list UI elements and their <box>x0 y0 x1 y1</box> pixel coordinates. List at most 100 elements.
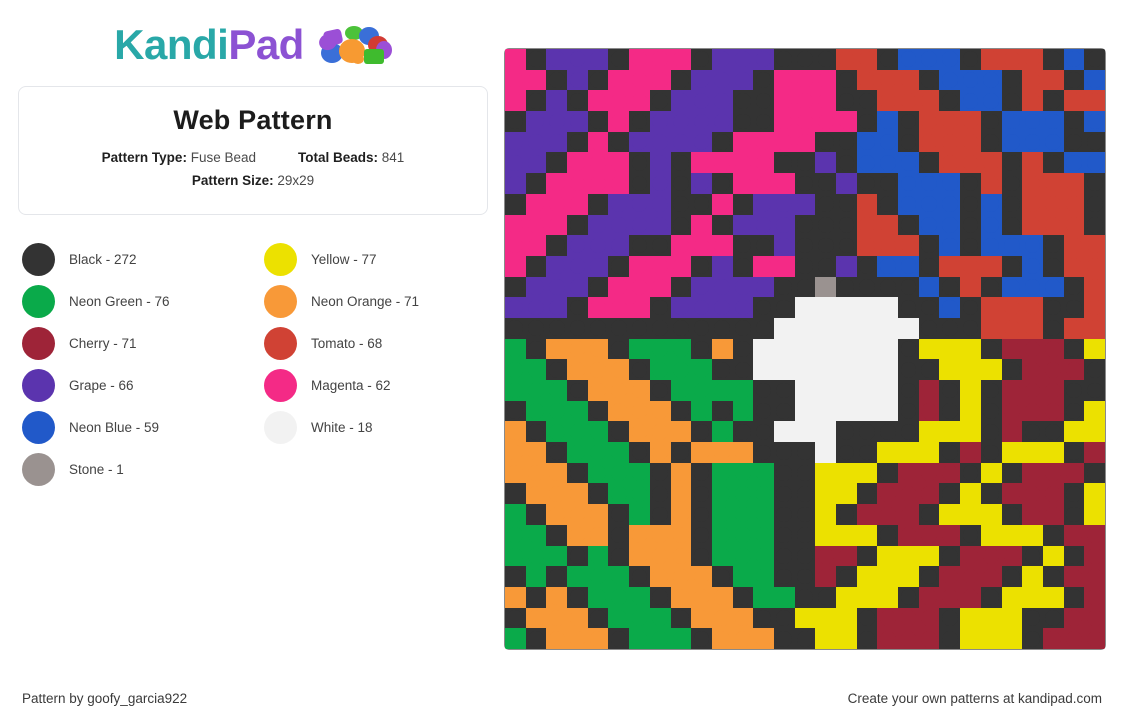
bead-cell[interactable] <box>505 49 526 70</box>
bead-cell[interactable] <box>1084 297 1105 318</box>
bead-cell[interactable] <box>587 442 609 463</box>
bead-cell[interactable] <box>567 152 588 174</box>
bead-cell[interactable] <box>980 400 1002 422</box>
bead-cell[interactable] <box>753 69 774 91</box>
bead-cell[interactable] <box>546 338 568 360</box>
bead-cell[interactable] <box>1084 193 1105 215</box>
bead-cell[interactable] <box>877 483 899 505</box>
bead-cell[interactable] <box>856 628 878 649</box>
bead-cell[interactable] <box>980 380 1002 401</box>
bead-cell[interactable] <box>505 173 526 194</box>
bead-cell[interactable] <box>1042 69 1064 91</box>
bead-cell[interactable] <box>1063 628 1085 649</box>
legend-item[interactable]: White - 18 <box>264 411 488 444</box>
bead-cell[interactable] <box>629 462 650 484</box>
bead-cell[interactable] <box>1063 524 1085 546</box>
bead-cell[interactable] <box>1022 462 1043 484</box>
bead-cell[interactable] <box>960 297 981 318</box>
bead-cell[interactable] <box>691 317 712 339</box>
bead-cell[interactable] <box>918 483 940 505</box>
bead-cell[interactable] <box>691 131 712 153</box>
bead-cell[interactable] <box>815 276 837 298</box>
legend-item[interactable]: Cherry - 71 <box>22 327 246 360</box>
bead-cell[interactable] <box>1084 628 1105 649</box>
bead-cell[interactable] <box>836 545 857 567</box>
bead-cell[interactable] <box>773 49 795 70</box>
bead-cell[interactable] <box>960 421 981 443</box>
bead-cell[interactable] <box>753 380 774 401</box>
bead-cell[interactable] <box>691 607 712 629</box>
bead-cell[interactable] <box>525 152 547 174</box>
bead-cell[interactable] <box>960 462 981 484</box>
bead-cell[interactable] <box>1042 255 1064 277</box>
bead-cell[interactable] <box>732 421 754 443</box>
bead-cell[interactable] <box>1063 462 1085 484</box>
bead-cell[interactable] <box>980 152 1002 174</box>
bead-cell[interactable] <box>691 421 712 443</box>
legend-item[interactable]: Magenta - 62 <box>264 369 488 402</box>
bead-cell[interactable] <box>898 504 919 525</box>
bead-cell[interactable] <box>670 607 692 629</box>
bead-cell[interactable] <box>1022 69 1043 91</box>
bead-cell[interactable] <box>1001 586 1023 608</box>
bead-cell[interactable] <box>505 628 526 649</box>
bead-cell[interactable] <box>898 193 919 215</box>
bead-cell[interactable] <box>877 152 899 174</box>
bead-cell[interactable] <box>836 193 857 215</box>
bead-cell[interactable] <box>1001 131 1023 153</box>
bead-cell[interactable] <box>629 235 650 256</box>
bead-cell[interactable] <box>794 338 816 360</box>
bead-cell[interactable] <box>629 255 650 277</box>
bead-cell[interactable] <box>1063 193 1085 215</box>
bead-cell[interactable] <box>1001 152 1023 174</box>
bead-cell[interactable] <box>1042 338 1064 360</box>
bead-cell[interactable] <box>1084 545 1105 567</box>
bead-cell[interactable] <box>587 504 609 525</box>
bead-cell[interactable] <box>505 462 526 484</box>
bead-cell[interactable] <box>898 131 919 153</box>
bead-cell[interactable] <box>1001 338 1023 360</box>
bead-cell[interactable] <box>608 566 630 587</box>
bead-cell[interactable] <box>898 276 919 298</box>
bead-cell[interactable] <box>608 297 630 318</box>
bead-cell[interactable] <box>587 524 609 546</box>
bead-cell[interactable] <box>773 131 795 153</box>
bead-cell[interactable] <box>939 235 961 256</box>
bead-cell[interactable] <box>1022 524 1043 546</box>
bead-cell[interactable] <box>898 524 919 546</box>
bead-cell[interactable] <box>629 586 650 608</box>
legend-item[interactable]: Neon Green - 76 <box>22 285 246 318</box>
bead-cell[interactable] <box>960 49 981 70</box>
bead-cell[interactable] <box>1001 545 1023 567</box>
bead-cell[interactable] <box>856 214 878 236</box>
bead-cell[interactable] <box>1001 483 1023 505</box>
bead-cell[interactable] <box>815 524 837 546</box>
bead-cell[interactable] <box>856 504 878 525</box>
bead-cell[interactable] <box>939 297 961 318</box>
bead-cell[interactable] <box>1042 235 1064 256</box>
bead-cell[interactable] <box>1042 545 1064 567</box>
bead-cell[interactable] <box>1084 317 1105 339</box>
bead-cell[interactable] <box>939 504 961 525</box>
bead-cell[interactable] <box>505 90 526 112</box>
bead-cell[interactable] <box>505 400 526 422</box>
bead-cell[interactable] <box>732 586 754 608</box>
bead-cell[interactable] <box>732 524 754 546</box>
bead-cell[interactable] <box>732 566 754 587</box>
bead-cell[interactable] <box>1022 545 1043 567</box>
bead-cell[interactable] <box>525 255 547 277</box>
bead-cell[interactable] <box>815 566 837 587</box>
bead-cell[interactable] <box>815 214 837 236</box>
bead-cell[interactable] <box>1022 483 1043 505</box>
bead-cell[interactable] <box>794 111 816 132</box>
bead-cell[interactable] <box>732 380 754 401</box>
bead-cell[interactable] <box>711 317 733 339</box>
bead-cell[interactable] <box>505 276 526 298</box>
bead-cell[interactable] <box>649 90 671 112</box>
bead-cell[interactable] <box>1084 483 1105 505</box>
bead-cell[interactable] <box>836 49 857 70</box>
bead-cell[interactable] <box>546 628 568 649</box>
bead-cell[interactable] <box>711 90 733 112</box>
bead-cell[interactable] <box>1084 566 1105 587</box>
bead-cell[interactable] <box>753 49 774 70</box>
